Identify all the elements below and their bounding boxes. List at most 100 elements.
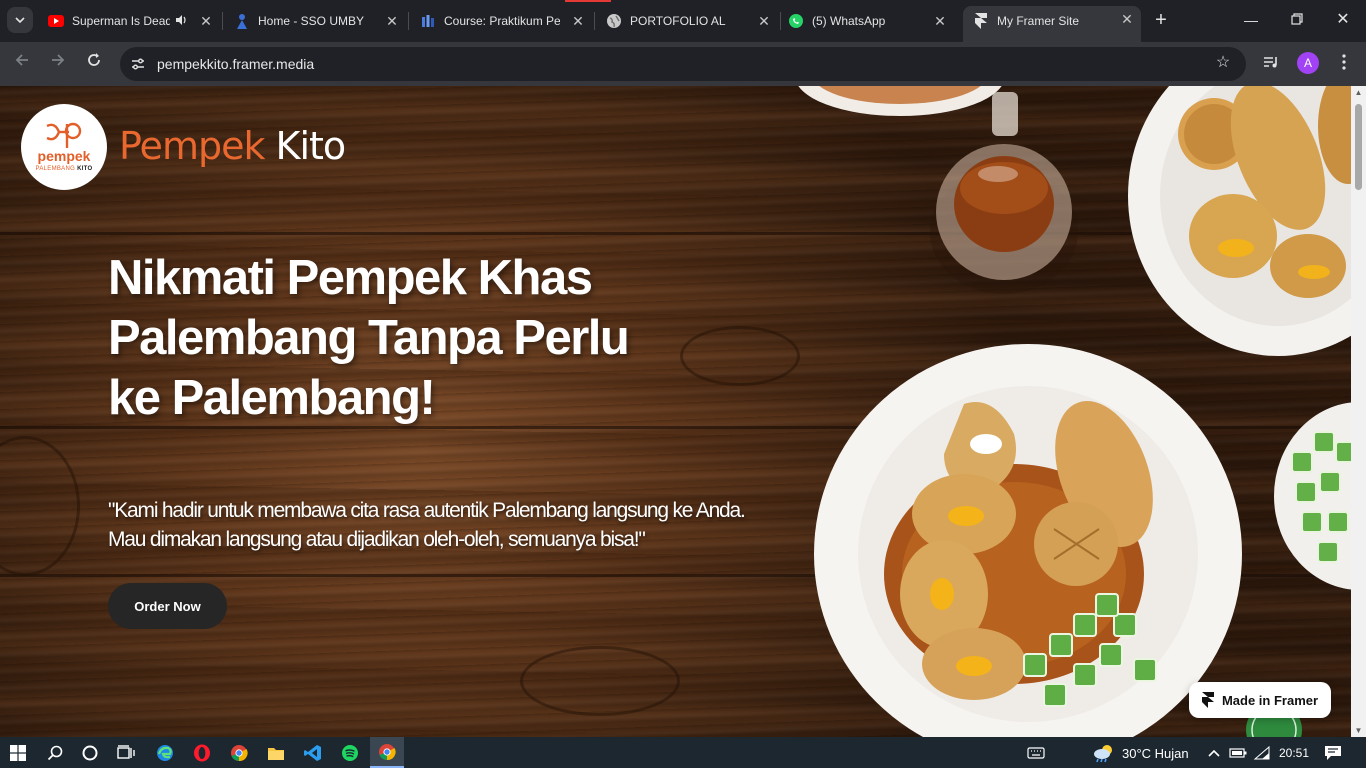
tab-title: PORTOFOLIO AL <box>630 14 726 28</box>
cortana-icon[interactable] <box>78 741 102 765</box>
wifi-icon[interactable] <box>1250 741 1274 765</box>
page-viewport: pempek PALEMBANG KITO Pempek Kito Nikmat… <box>0 86 1351 737</box>
globe-icon <box>606 13 622 29</box>
vscode-icon[interactable] <box>301 741 325 765</box>
task-view-icon[interactable] <box>114 741 138 765</box>
browser-toolbar: pempekkito.framer.media ☆ A <box>0 42 1366 86</box>
pempek-plate-top-right-image <box>1128 86 1351 356</box>
close-tab-icon[interactable]: ✕ <box>198 13 214 29</box>
arrow-right-icon <box>52 54 65 66</box>
moodle-icon <box>420 13 436 29</box>
hero-title: Nikmati Pempek Khas Palembang Tanpa Perl… <box>108 248 708 428</box>
close-window-button[interactable]: ✕ <box>1331 8 1355 32</box>
new-tab-button[interactable]: + <box>1150 9 1172 31</box>
hero-title-line: Nikmati Pempek Khas <box>108 251 593 305</box>
brand-name[interactable]: Pempek Kito <box>119 124 346 168</box>
restore-button[interactable] <box>1285 8 1309 32</box>
tab-whatsapp[interactable]: (5) WhatsApp ✕ <box>784 6 954 36</box>
tab-separator <box>780 12 781 30</box>
chrome-icon[interactable] <box>227 741 251 765</box>
reload-button[interactable] <box>81 51 107 77</box>
speaker-icon[interactable] <box>174 13 188 30</box>
tab-separator <box>408 12 409 30</box>
search-icon[interactable] <box>43 741 67 765</box>
arrow-left-icon <box>15 54 28 66</box>
chevron-down-icon <box>15 17 25 24</box>
tab-title: (5) WhatsApp <box>812 14 886 28</box>
tab-title: Course: Praktikum Pen <box>444 14 560 28</box>
framer-icon <box>1201 692 1214 708</box>
tab-separator <box>222 12 223 30</box>
hero-description: "Kami hadir untuk membawa cita rasa aute… <box>108 499 746 551</box>
chrome-active-taskbar-icon[interactable] <box>370 737 404 768</box>
tab-sso-umby[interactable]: Home - SSO UMBY ✕ <box>226 6 406 36</box>
order-now-button[interactable]: Order Now <box>108 583 227 629</box>
forward-button[interactable] <box>45 51 71 77</box>
framer-icon <box>973 13 989 29</box>
windows-start-icon[interactable] <box>6 741 30 765</box>
address-bar[interactable]: pempekkito.framer.media ☆ <box>120 47 1246 81</box>
close-tab-icon[interactable]: ✕ <box>384 13 400 29</box>
clock-time[interactable]: 20:51 <box>1279 746 1309 760</box>
spotify-icon[interactable] <box>338 741 362 765</box>
site-info-icon[interactable] <box>130 56 146 72</box>
chevron-up-icon[interactable] <box>1202 741 1226 765</box>
made-in-framer-badge[interactable]: Made in Framer <box>1189 682 1331 718</box>
pempek-logo-mark-icon <box>46 122 82 148</box>
tab-search-button[interactable] <box>7 7 33 33</box>
reload-icon <box>88 53 100 66</box>
wood-knot <box>0 436 80 576</box>
scroll-up-arrow-icon[interactable]: ▲ <box>1354 88 1363 97</box>
umby-icon <box>234 13 250 29</box>
wood-plank-seam <box>0 574 1351 577</box>
keyboard-icon[interactable] <box>1024 741 1048 765</box>
tab-title: Superman Is Dead <box>72 14 170 28</box>
battery-icon[interactable] <box>1226 741 1250 765</box>
recording-indicator <box>565 0 611 2</box>
tab-separator <box>594 12 595 30</box>
windows-taskbar: 30°C Hujan 20:51 <box>0 737 1366 768</box>
page-scrollbar[interactable]: ▲ ▼ <box>1351 86 1366 737</box>
tab-strip: Superman Is Dead ✕ Home - SSO UMBY ✕ Cou… <box>0 0 1366 42</box>
url-text: pempekkito.framer.media <box>157 56 315 72</box>
hero-title-line: ke Palembang! <box>108 371 436 425</box>
opera-icon[interactable] <box>190 741 214 765</box>
close-tab-icon[interactable]: ✕ <box>932 13 948 29</box>
whatsapp-icon <box>788 13 804 29</box>
media-control-button[interactable] <box>1259 52 1283 76</box>
file-explorer-icon[interactable] <box>264 741 288 765</box>
playlist-icon <box>1264 57 1277 68</box>
kebab-menu-icon <box>1342 54 1346 70</box>
close-tab-icon[interactable]: ✕ <box>756 13 772 29</box>
tab-portofolio[interactable]: PORTOFOLIO AL ✕ <box>598 6 778 36</box>
scrollbar-thumb[interactable] <box>1355 104 1362 190</box>
close-tab-icon[interactable]: ✕ <box>570 13 586 29</box>
logo-wordmark: pempek <box>37 148 91 164</box>
pempek-main-plate-image <box>814 344 1242 737</box>
restore-icon <box>1291 13 1303 25</box>
made-in-framer-label: Made in Framer <box>1221 692 1319 708</box>
close-tab-icon[interactable]: ✕ <box>1119 11 1135 27</box>
tab-title: My Framer Site <box>997 14 1080 28</box>
menu-button[interactable] <box>1332 52 1356 76</box>
weather-rain-icon[interactable] <box>1092 741 1116 765</box>
hero-title-line: Palembang Tanpa Perlu <box>108 311 630 365</box>
wood-knot <box>520 646 680 716</box>
tab-title: Home - SSO UMBY <box>258 14 365 28</box>
minimize-button[interactable]: — <box>1239 8 1263 32</box>
edge-icon[interactable] <box>153 741 177 765</box>
bookmark-star-icon[interactable]: ☆ <box>1214 54 1232 72</box>
tab-course[interactable]: Course: Praktikum Pen ✕ <box>412 6 592 36</box>
cucumber-bowl-image <box>1274 402 1351 590</box>
notification-center-icon[interactable] <box>1321 741 1345 765</box>
logo-subtext: PALEMBANG KITO <box>35 166 93 172</box>
brand-logo[interactable]: pempek PALEMBANG KITO <box>21 104 107 190</box>
back-button[interactable] <box>9 51 35 77</box>
scroll-down-arrow-icon[interactable]: ▼ <box>1354 726 1363 735</box>
tab-my-framer-site[interactable]: My Framer Site ✕ <box>963 6 1141 42</box>
plate-top-image <box>798 86 1002 116</box>
weather-text[interactable]: 30°C Hujan <box>1122 746 1189 761</box>
tab-youtube[interactable]: Superman Is Dead ✕ <box>40 6 220 36</box>
youtube-icon <box>48 13 64 29</box>
profile-avatar[interactable]: A <box>1297 52 1319 74</box>
